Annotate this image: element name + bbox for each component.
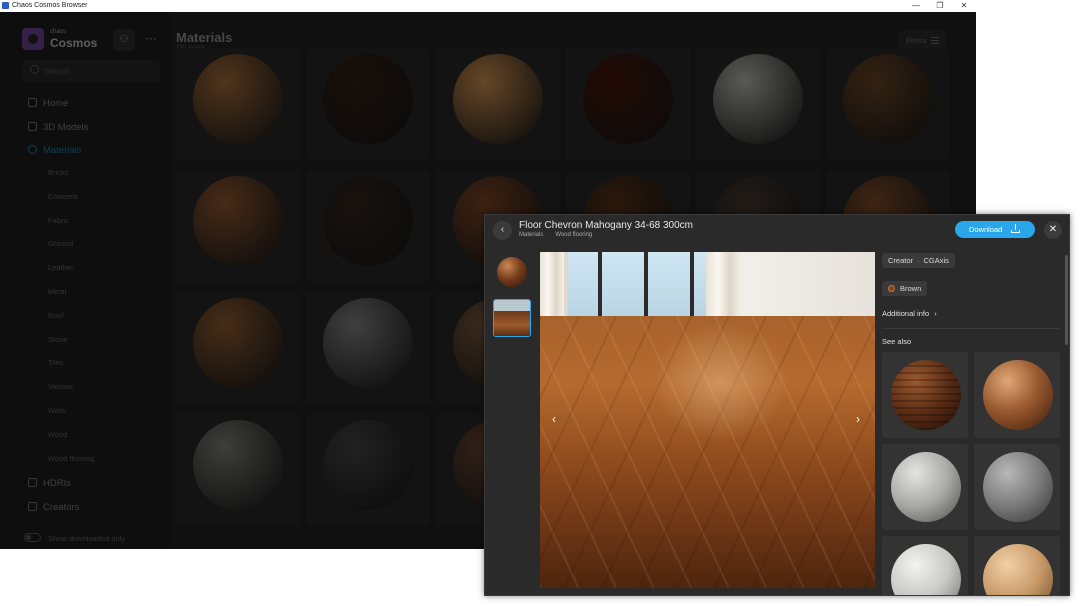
related-material-preview xyxy=(983,452,1053,522)
divider xyxy=(882,328,1059,329)
color-tag-chip[interactable]: Brown xyxy=(882,281,928,296)
breadcrumb-separator: · xyxy=(548,232,551,238)
related-material-card[interactable] xyxy=(974,352,1060,438)
render-window-frame xyxy=(644,252,648,324)
render-light xyxy=(650,322,790,442)
download-icon xyxy=(1011,224,1020,234)
close-modal-button[interactable]: ✕ xyxy=(1044,221,1062,239)
render-window-frame xyxy=(598,252,602,324)
thumbnail-sphere[interactable] xyxy=(493,253,531,291)
chevron-left-icon: ‹ xyxy=(500,224,505,235)
title-bar: Chaos Cosmos Browser — ❐ ✕ xyxy=(0,0,976,12)
back-button[interactable]: ‹ xyxy=(493,221,512,240)
creator-label: Creator xyxy=(888,256,914,265)
additional-info-label: Additional info xyxy=(882,309,930,318)
breadcrumb: Materials · Wood flooring xyxy=(519,232,592,238)
related-material-preview xyxy=(983,360,1053,430)
related-material-preview xyxy=(983,544,1053,595)
color-swatch-icon xyxy=(888,285,895,292)
creator-chip[interactable]: Creator · CGAxis xyxy=(882,253,955,268)
chevron-right-icon: › xyxy=(934,309,937,318)
creator-name: CGAxis xyxy=(923,256,949,265)
related-material-card[interactable] xyxy=(882,536,968,595)
related-material-preview xyxy=(891,544,961,595)
download-button[interactable]: Download xyxy=(955,221,1035,238)
preview-image: ‹ › xyxy=(540,252,875,588)
see-also-heading: See also xyxy=(882,337,912,346)
chip-separator: · xyxy=(917,256,920,265)
window-title: Chaos Cosmos Browser xyxy=(12,2,88,9)
material-detail-modal: ‹ Floor Chevron Mahogany 34-68 300cm Mat… xyxy=(484,214,1070,596)
related-material-card[interactable] xyxy=(882,444,968,530)
close-icon: ✕ xyxy=(1048,224,1058,235)
previous-image-button[interactable]: ‹ xyxy=(552,412,556,426)
download-label: Download xyxy=(969,225,1003,234)
breadcrumb-wood-flooring[interactable]: Wood flooring xyxy=(555,232,592,238)
related-material-preview xyxy=(891,452,961,522)
related-material-card[interactable] xyxy=(882,352,968,438)
related-material-card[interactable] xyxy=(974,444,1060,530)
render-window-frame xyxy=(690,252,694,324)
thumbnail-room-render[interactable] xyxy=(493,299,531,337)
room-preview-image xyxy=(494,300,530,336)
sphere-preview-image xyxy=(497,257,527,287)
image-pagination xyxy=(686,580,722,588)
scrollbar[interactable] xyxy=(1065,255,1068,345)
close-window-button[interactable]: ✕ xyxy=(950,0,976,12)
related-material-preview xyxy=(891,360,961,430)
render-window xyxy=(568,252,708,322)
breadcrumb-materials[interactable]: Materials xyxy=(519,232,543,238)
related-material-card[interactable] xyxy=(974,536,1060,595)
color-tag-label: Brown xyxy=(900,284,922,293)
app-icon xyxy=(2,2,9,9)
additional-info-link[interactable]: Additional info › xyxy=(882,309,937,318)
material-title: Floor Chevron Mahogany 34-68 300cm xyxy=(519,220,693,231)
next-image-button[interactable]: › xyxy=(856,412,860,426)
